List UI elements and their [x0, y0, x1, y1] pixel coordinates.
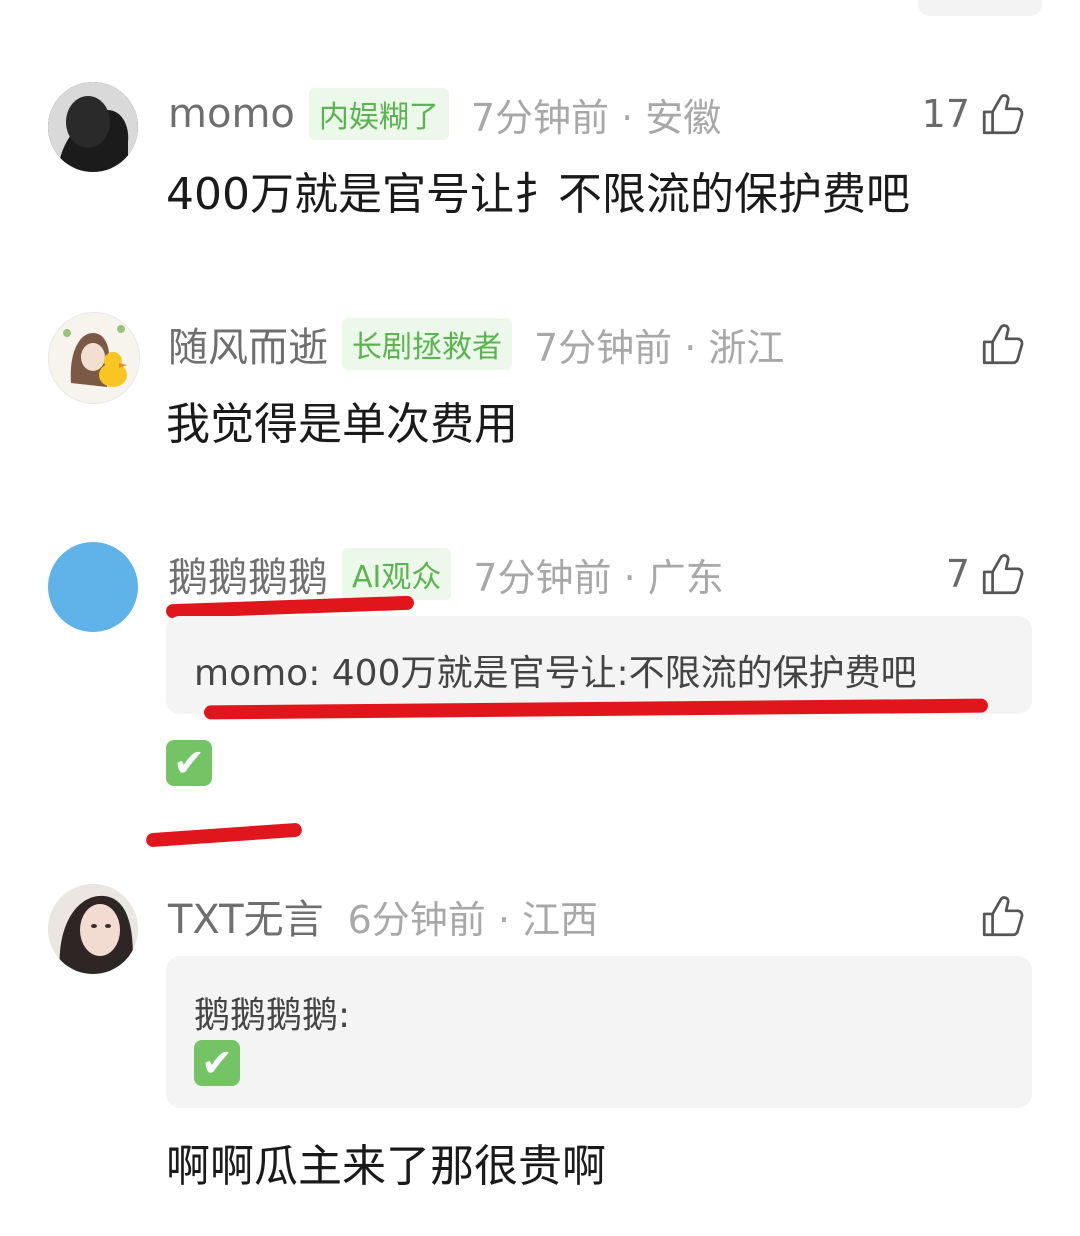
avatar[interactable]	[48, 542, 138, 632]
comment-text: 400万就是官号让扌不限流的保护费吧	[166, 169, 910, 220]
comment-meta: 鹅鹅鹅鹅 AI观众 7分钟前 · 广东	[168, 546, 724, 602]
avatar[interactable]	[48, 312, 140, 404]
comment-text: ✔	[166, 736, 212, 787]
timestamp-location: 7分钟前 · 浙江	[534, 325, 785, 370]
username[interactable]: TXT无言	[168, 887, 324, 945]
username[interactable]: momo	[168, 91, 295, 137]
comment-text: 啊啊瓜主来了那很贵啊	[166, 1141, 606, 1192]
username[interactable]: 鹅鹅鹅鹅	[168, 545, 328, 603]
check-mark-icon: ✔	[194, 1040, 240, 1086]
user-badge: AI观众	[342, 548, 452, 600]
comment-text: 我觉得是单次费用	[166, 399, 518, 450]
check-mark-icon: ✔	[166, 740, 212, 786]
like-button[interactable]: 7	[946, 546, 1028, 602]
thumbs-up-icon	[982, 896, 1024, 937]
avatar[interactable]	[48, 884, 138, 974]
comment-meta: 随风而逝 长剧拯救者 7分钟前 · 浙江	[168, 316, 784, 372]
user-badge: 长剧拯救者	[342, 318, 512, 370]
quoted-reply[interactable]: 鹅鹅鹅鹅: ✔	[166, 956, 1032, 1108]
like-button[interactable]	[978, 888, 1028, 944]
thumbs-up-icon	[982, 324, 1024, 365]
timestamp-location: 7分钟前 · 广东	[473, 555, 724, 600]
comment-meta: TXT无言 6分钟前 · 江西	[168, 888, 598, 944]
quoted-text: momo: 400万就是官号让:不限流的保护费吧	[194, 653, 917, 694]
comment-meta: momo 内娱糊了 7分钟前 · 安徽	[168, 86, 721, 142]
like-button[interactable]: 17	[922, 86, 1028, 142]
like-count: 7	[945, 552, 970, 596]
timestamp-location: 7分钟前 · 安徽	[470, 95, 722, 140]
username[interactable]: 随风而逝	[168, 315, 328, 373]
top-partial-button	[918, 0, 1042, 16]
timestamp-location: 6分钟前 · 江西	[347, 897, 598, 942]
thumbs-up-icon	[982, 554, 1024, 595]
thumbs-up-icon	[982, 94, 1024, 135]
user-badge: 内娱糊了	[308, 88, 449, 140]
like-button[interactable]	[978, 316, 1028, 372]
quoted-emoji-line: ✔	[194, 1040, 240, 1086]
like-count: 17	[921, 92, 970, 136]
quoted-author: 鹅鹅鹅鹅:	[194, 995, 351, 1036]
avatar[interactable]	[48, 82, 138, 172]
annotation-underline	[145, 822, 303, 848]
